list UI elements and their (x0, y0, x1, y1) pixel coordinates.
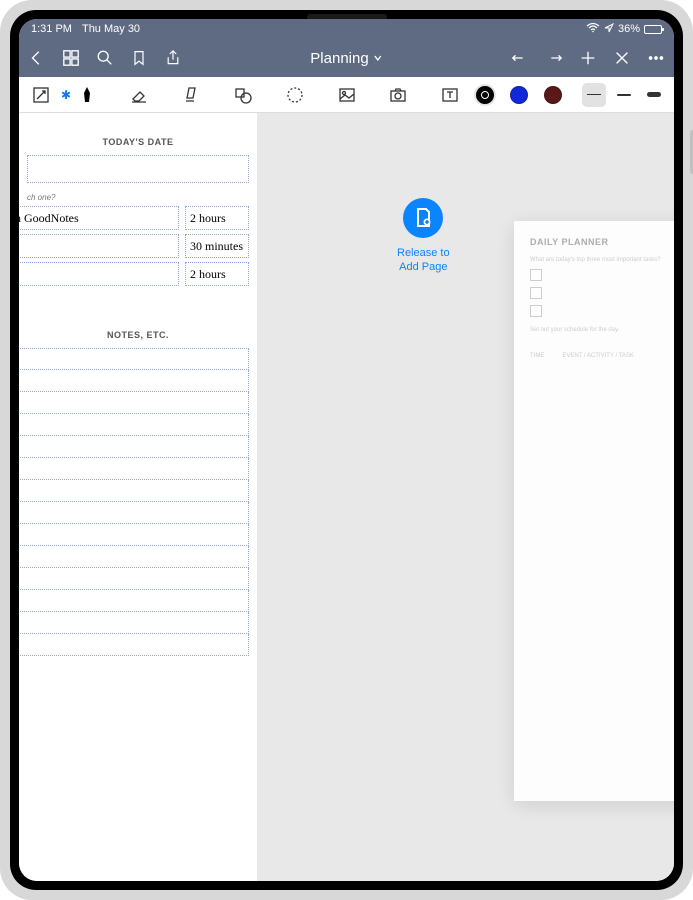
color-black[interactable] (476, 86, 494, 104)
date-field[interactable] (27, 155, 249, 183)
color-blue[interactable] (510, 86, 528, 104)
zoom-tool[interactable] (27, 81, 55, 109)
share-button[interactable] (163, 48, 183, 68)
drag-page-title: DAILY PLANNER (530, 237, 674, 247)
back-button[interactable] (27, 48, 47, 68)
current-page[interactable]: TODAY'S DATE ch one? s in GoodNotes 2 ho… (19, 113, 257, 881)
section-notes-title: NOTES, ETC. (19, 330, 257, 340)
task-time: 30 minutes (190, 239, 243, 254)
status-date: Thu May 30 (82, 23, 140, 35)
stroke-thick[interactable] (642, 83, 666, 107)
drag-checkbox (530, 305, 542, 317)
chevron-down-icon (373, 53, 383, 63)
question-text: ch one? (27, 193, 249, 202)
battery-pct: 36% (618, 23, 640, 35)
status-bar: 1:31 PM Thu May 30 36% (19, 19, 674, 39)
stroke-thin[interactable] (582, 83, 606, 107)
task-row[interactable]: s in GoodNotes 2 hours (19, 206, 257, 230)
eraser-tool[interactable] (125, 81, 153, 109)
notes-lines[interactable] (19, 348, 249, 656)
image-tool[interactable] (333, 81, 361, 109)
dragged-page-preview[interactable]: DAILY PLANNER What are today's top three… (514, 221, 674, 801)
thumbnails-button[interactable] (61, 48, 81, 68)
nav-bar: Planning (19, 39, 674, 77)
drag-sub: What are today's top three most importan… (530, 257, 674, 263)
text-tool[interactable] (436, 81, 464, 109)
battery-icon (644, 25, 662, 34)
bookmark-button[interactable] (129, 48, 149, 68)
task-text: s in GoodNotes (19, 211, 79, 226)
color-darkred[interactable] (544, 86, 562, 104)
add-page-cue: Release to Add Page (397, 198, 450, 275)
status-time: 1:31 PM (31, 23, 72, 35)
canvas-area[interactable]: TODAY'S DATE ch one? s in GoodNotes 2 ho… (19, 113, 674, 881)
highlighter-tool[interactable] (177, 81, 205, 109)
drag-col-event: EVENT / ACTIVITY / TASK (562, 353, 634, 359)
search-button[interactable] (95, 48, 115, 68)
add-button[interactable] (578, 48, 598, 68)
task-time: 2 hours (190, 211, 226, 226)
document-title: Planning (310, 50, 368, 67)
section-date-title: TODAY'S DATE (19, 137, 257, 147)
location-icon (604, 23, 614, 36)
more-button[interactable] (646, 48, 666, 68)
bluetooth-icon: ✱ (61, 88, 71, 102)
pen-tool[interactable] (73, 81, 101, 109)
drag-checkbox (530, 287, 542, 299)
document-title-button[interactable]: Planning (310, 50, 382, 67)
lasso-tool[interactable] (281, 81, 309, 109)
add-page-line2: Add Page (399, 261, 447, 273)
redo-button[interactable] (544, 48, 564, 68)
shapes-tool[interactable] (229, 81, 257, 109)
task-row[interactable]: rse 2 hours (19, 262, 257, 286)
close-edit-button[interactable] (612, 48, 632, 68)
stroke-medium[interactable] (612, 83, 636, 107)
drag-sub2: Set out your schedule for the day. (530, 327, 674, 333)
toolbar: ✱ (19, 77, 674, 113)
task-time: 2 hours (190, 267, 226, 282)
task-row[interactable]: 30 minutes (19, 234, 257, 258)
drag-checkbox (530, 269, 542, 281)
undo-button[interactable] (510, 48, 530, 68)
wifi-icon (586, 23, 600, 36)
add-page-icon (403, 198, 443, 238)
drag-col-time: TIME (530, 353, 544, 359)
camera-tool[interactable] (384, 81, 412, 109)
add-page-line1: Release to (397, 247, 450, 259)
